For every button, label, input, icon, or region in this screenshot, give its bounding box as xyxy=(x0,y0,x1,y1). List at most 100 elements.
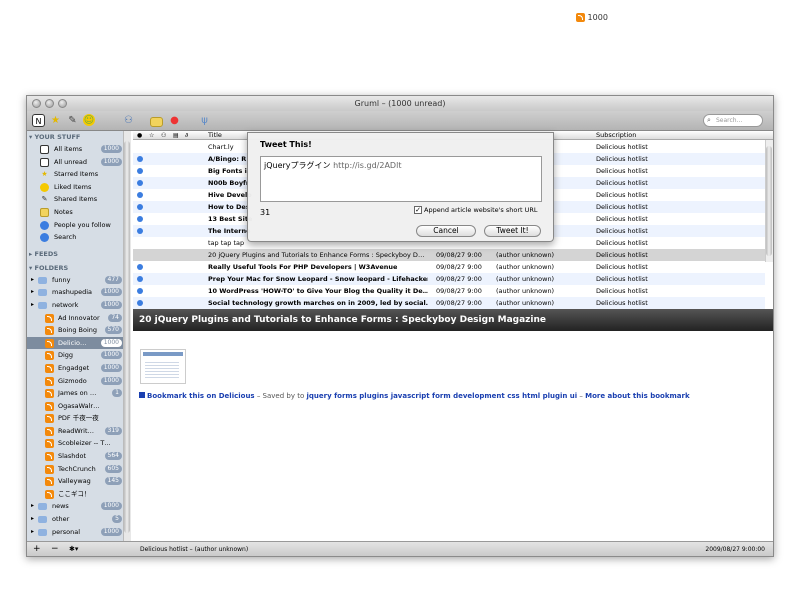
sidebar-item-all-items[interactable]: All items 1000 xyxy=(27,143,130,156)
sidebar-item-label: Delicio… xyxy=(58,338,87,347)
list-scroll-thumb[interactable] xyxy=(766,146,772,256)
disclosure-triangle-icon[interactable]: ▸ xyxy=(31,526,34,539)
search-field[interactable]: ⌕ Search… xyxy=(703,114,763,127)
sidebar-item-search[interactable]: Search xyxy=(27,231,130,244)
sidebar-item-feed[interactable]: Scobleizer -- T… xyxy=(27,437,130,450)
title-column-header[interactable]: Title xyxy=(208,131,222,140)
share-icon[interactable]: ⚇ xyxy=(122,114,135,127)
read-mode-icon[interactable]: N xyxy=(32,114,45,127)
unread-count-badge: 564 xyxy=(104,452,122,461)
disclosure-triangle-icon[interactable]: ▸ xyxy=(31,500,34,513)
append-url-checkbox[interactable]: ✓ Append article website's short URL xyxy=(414,206,538,214)
table-row[interactable]: Social technology growth marches on in 2… xyxy=(133,297,765,309)
star-column-icon[interactable]: ☆ xyxy=(149,131,154,140)
feeds-header[interactable]: ▸ FEEDS xyxy=(27,248,130,260)
table-row[interactable]: 10 WordPress 'HOW-TO' to Give Your Blog … xyxy=(133,285,765,297)
note-column-icon[interactable]: ▤ xyxy=(173,131,179,140)
sidebar-item-feed[interactable]: Delicio… 1000 xyxy=(27,336,130,350)
sidebar-item-liked[interactable]: Liked Items xyxy=(27,181,130,194)
sidebar-item-folder[interactable]: ▸ mashupedia 1000 xyxy=(27,286,130,299)
unread-dot-icon[interactable] xyxy=(137,216,143,222)
star-icon[interactable]: ★ xyxy=(49,114,62,127)
folder-icon xyxy=(38,301,47,309)
sidebar-item-feed[interactable]: James on … 1 xyxy=(27,387,130,400)
unread-dot-icon[interactable] xyxy=(137,168,143,174)
tweet-textarea[interactable]: jQueryプラグイン http://is.gd/2ADlt xyxy=(260,156,542,202)
sidebar-item-feed[interactable]: Engadget 1000 xyxy=(27,362,130,375)
folders-header[interactable]: ▾ FOLDERS xyxy=(27,262,130,274)
unread-dot-icon[interactable] xyxy=(137,192,143,198)
cancel-button[interactable]: Cancel xyxy=(416,225,476,237)
add-button[interactable]: + xyxy=(33,542,41,556)
sidebar-item-all-unread[interactable]: All unread 1000 xyxy=(27,156,130,169)
sidebar-item-feed[interactable]: Boing Boing 570 xyxy=(27,324,130,337)
close-window-icon[interactable] xyxy=(32,99,41,108)
unread-dot-icon[interactable] xyxy=(137,276,143,282)
table-row[interactable]: 20 jQuery Plugins and Tutorials to Enhan… xyxy=(133,249,765,261)
unread-count-badge: 1000 xyxy=(100,338,122,347)
unread-dot-icon[interactable] xyxy=(137,156,143,162)
feather-icon[interactable]: ✎ xyxy=(66,114,79,127)
note-icon[interactable] xyxy=(150,117,163,127)
sidebar-item-feed[interactable]: Valleywag 145 xyxy=(27,475,130,488)
row-title: Social technology growth marches on in 2… xyxy=(208,299,428,307)
gear-icon[interactable]: ✱▾ xyxy=(69,542,78,556)
row-subscription: Delicious hotlist xyxy=(596,179,648,187)
sidebar-item-feed[interactable]: ReadWrit… 319 xyxy=(27,425,130,438)
unread-count-badge: 1000 xyxy=(100,376,122,385)
unread-dot-icon[interactable] xyxy=(137,264,143,270)
tags-link[interactable]: jquery forms plugins javascript form dev… xyxy=(307,392,578,400)
link-column-icon[interactable]: ∂ xyxy=(185,131,188,140)
unread-dot-icon[interactable] xyxy=(137,288,143,294)
more-link[interactable]: More about this bookmark xyxy=(585,392,689,400)
rss-icon xyxy=(45,477,54,487)
sidebar-item-folder[interactable]: ▸ funny 477 xyxy=(27,274,130,287)
to-text: to xyxy=(297,392,307,400)
sidebar-item-feed[interactable]: Ad Innovator 74 xyxy=(27,312,130,325)
sidebar-item-feed[interactable]: ここギコ！ xyxy=(27,488,130,501)
unread-column-icon[interactable]: ● xyxy=(137,131,142,140)
unread-dot-icon[interactable] xyxy=(137,300,143,306)
sidebar-item-notes[interactable]: Notes xyxy=(27,206,130,219)
unread-dot-icon[interactable] xyxy=(137,228,143,234)
sidebar-item-folder[interactable]: ▸ personal 1000 xyxy=(27,526,130,539)
sidebar-item-feed[interactable]: OgasaWalr… xyxy=(27,400,130,413)
rss-icon xyxy=(45,426,54,436)
table-row[interactable]: Really Useful Tools For PHP Developers |… xyxy=(133,261,765,273)
smiley-icon[interactable]: ☺ xyxy=(83,114,95,126)
checkbox-checked-icon[interactable]: ✓ xyxy=(414,206,422,214)
row-title: 10 WordPress 'HOW-TO' to Give Your Blog … xyxy=(208,287,428,295)
remove-button[interactable]: − xyxy=(51,542,59,556)
sidebar-item-folder[interactable]: ▸ network 1000 xyxy=(27,299,130,312)
bookmark-link[interactable]: Bookmark this on Delicious xyxy=(147,392,255,400)
your-stuff-header[interactable]: ▾ YOUR STUFF xyxy=(27,131,130,143)
sidebar-scroll-thumb[interactable] xyxy=(124,141,130,533)
sidebar-item-folder[interactable]: ▸ news 1000 xyxy=(27,500,130,513)
unread-dot-icon[interactable] xyxy=(137,180,143,186)
sidebar-item-feed[interactable]: Slashdot 564 xyxy=(27,450,130,463)
table-row[interactable]: Prep Your Mac for Snow Leopard - Snow le… xyxy=(133,273,765,285)
app-window: Gruml – (1000 unread) N ★ ✎ ☺ ⚇ ● ψ ⌕ Se… xyxy=(26,95,774,557)
sidebar-item-feed[interactable]: Digg 1000 xyxy=(27,349,130,362)
disclosure-triangle-icon[interactable]: ▸ xyxy=(31,286,34,299)
note-remove-icon[interactable]: ● xyxy=(168,114,181,127)
sidebar-item-starred[interactable]: ★ Starred Items xyxy=(27,168,130,181)
shared-column-icon[interactable]: ⚇ xyxy=(161,131,166,140)
disclosure-triangle-icon[interactable]: ▸ xyxy=(31,513,34,526)
row-date: 09/08/27 9:00 xyxy=(436,275,482,283)
minimize-window-icon[interactable] xyxy=(45,99,54,108)
disclosure-triangle-icon[interactable]: ▸ xyxy=(31,274,34,287)
sidebar-item-people[interactable]: People you follow xyxy=(27,219,130,232)
disclosure-triangle-icon[interactable]: ▸ xyxy=(31,299,34,312)
zoom-window-icon[interactable] xyxy=(58,99,67,108)
sidebar-item-feed[interactable]: Gizmodo 1000 xyxy=(27,375,130,388)
sidebar-item-feed[interactable]: PDF 千夜一夜 xyxy=(27,412,130,425)
sidebar-item-shared[interactable]: ✎ Shared Items xyxy=(27,193,130,206)
unread-dot-icon[interactable] xyxy=(137,204,143,210)
sidebar-item-feed[interactable]: TechCrunch 605 xyxy=(27,463,130,476)
twitter-icon[interactable]: ψ xyxy=(198,114,211,127)
subscription-column-header[interactable]: Subscription xyxy=(596,131,636,140)
tweet-button[interactable]: Tweet It! xyxy=(484,225,541,237)
sidebar-item-folder[interactable]: ▸ other 5 xyxy=(27,513,130,526)
sidebar-item-label: TechCrunch xyxy=(58,464,96,473)
